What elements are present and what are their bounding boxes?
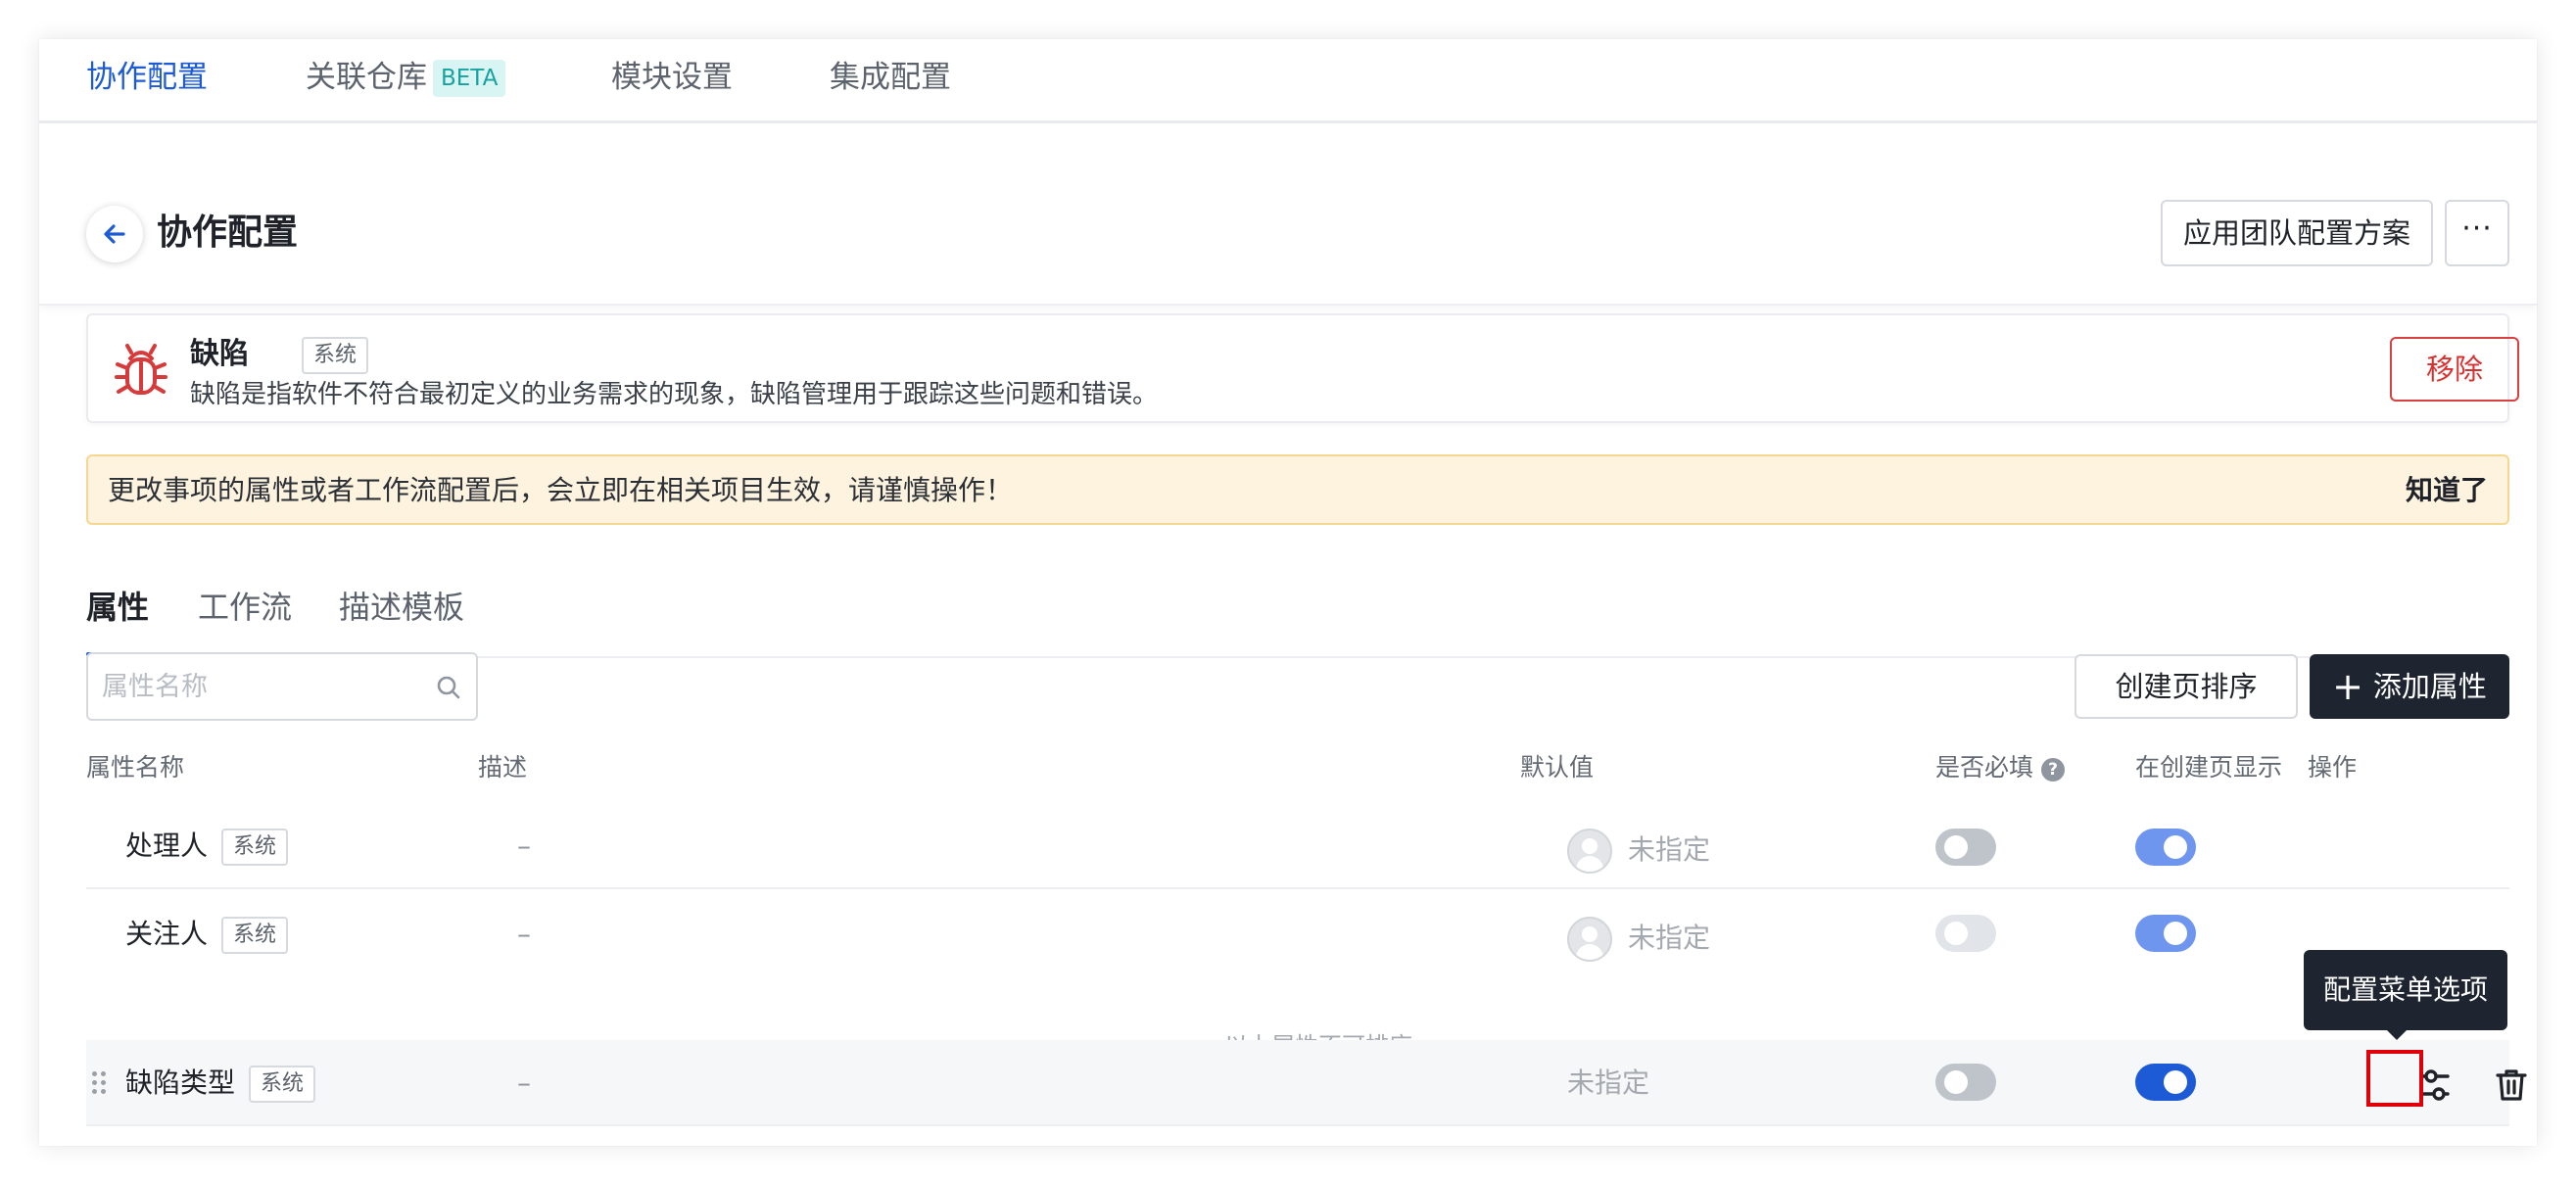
table-row: 处理人 系统 – 未指定: [86, 803, 2509, 889]
attribute-default-value: 未指定: [1628, 833, 1711, 866]
attribute-default: 未指定: [1567, 917, 1710, 962]
plus-icon: +: [2332, 665, 2363, 708]
column-header-default: 默认值: [1520, 753, 1595, 782]
show-on-create-toggle[interactable]: [2135, 829, 2196, 866]
column-header-required-label: 是否必填: [1935, 753, 2034, 782]
highlight-box: [2366, 1050, 2423, 1107]
attribute-name-label: 关注人: [125, 918, 209, 950]
config-sub-tabs: 属性 工作流 描述模板: [86, 568, 2509, 658]
avatar-placeholder-icon: [1567, 917, 1612, 962]
apply-team-config-button[interactable]: 应用团队配置方案: [2161, 200, 2433, 266]
system-tag: 系统: [302, 337, 369, 374]
system-tag: 系统: [249, 1066, 316, 1103]
tooltip: 配置菜单选项: [2304, 950, 2507, 1030]
tab-attributes[interactable]: 属性: [86, 586, 149, 629]
show-on-create-toggle[interactable]: [2135, 915, 2196, 952]
tab-workflow[interactable]: 工作流: [198, 586, 292, 629]
trash-icon[interactable]: [2494, 1067, 2529, 1103]
attribute-description: –: [517, 1066, 531, 1099]
more-options-button[interactable]: ···: [2445, 200, 2509, 266]
attribute-description: –: [517, 918, 531, 950]
attribute-name: 缺陷类型 系统: [125, 1066, 316, 1103]
tab-linked-repo-label: 关联仓库: [306, 60, 427, 95]
column-header-show-on-create: 在创建页显示: [2135, 753, 2283, 782]
page-title: 协作配置: [157, 213, 299, 253]
warning-text: 更改事项的属性或者工作流配置后，会立即在相关项目生效，请谨慎操作！: [108, 474, 1014, 506]
tab-integration-config-label: 集成配置: [830, 60, 951, 95]
issue-type-card: 缺陷 系统 缺陷是指软件不符合最初定义的业务需求的现象，缺陷管理用于跟踪这些问题…: [86, 313, 2519, 423]
required-toggle[interactable]: [1935, 829, 1996, 866]
column-header-actions: 操作: [2308, 753, 2358, 782]
warning-banner: 更改事项的属性或者工作流配置后，会立即在相关项目生效，请谨慎操作！ 知道了: [86, 454, 2509, 525]
attribute-name-label: 缺陷类型: [125, 1066, 236, 1099]
issue-type-name: 缺陷: [190, 337, 249, 371]
attribute-default-value: 未指定: [1628, 922, 1711, 954]
show-on-create-toggle[interactable]: [2135, 1064, 2196, 1101]
page-header: 协作配置 应用团队配置方案 ···: [39, 123, 2537, 306]
top-tab-bar: 协作配置 关联仓库 BETA 模块设置 集成配置: [39, 39, 2537, 123]
system-tag: 系统: [221, 917, 289, 954]
add-attribute-button[interactable]: + 添加属性: [2310, 654, 2509, 719]
arrow-left-icon: [104, 224, 125, 244]
drag-handle-icon[interactable]: [90, 1069, 108, 1097]
attribute-search: [86, 652, 478, 721]
attribute-name-label: 处理人: [125, 830, 209, 862]
tab-collab-config[interactable]: 协作配置: [86, 57, 208, 98]
more-icon: ···: [2461, 212, 2493, 246]
tooltip-arrow: [2385, 1028, 2409, 1040]
back-button[interactable]: [86, 206, 143, 262]
table-row: 关注人 系统 – 未指定: [86, 891, 2509, 977]
column-header-name: 属性名称: [86, 753, 185, 782]
remove-button[interactable]: 移除: [2390, 337, 2519, 402]
tab-description-template[interactable]: 描述模板: [339, 586, 464, 629]
issue-type-description: 缺陷是指软件不符合最初定义的业务需求的现象，缺陷管理用于跟踪这些问题和错误。: [190, 380, 1159, 409]
column-header-required: 是否必填?: [1935, 752, 2066, 783]
avatar-placeholder-icon: [1567, 829, 1612, 874]
attribute-default: 未指定: [1567, 829, 1710, 874]
dismiss-warning-button[interactable]: 知道了: [2406, 472, 2488, 509]
attribute-default-value: 未指定: [1567, 1066, 1650, 1099]
add-attribute-label: 添加属性: [2372, 670, 2487, 703]
attribute-description: –: [517, 830, 531, 862]
tab-linked-repo[interactable]: 关联仓库 BETA: [306, 57, 506, 98]
attribute-name: 关注人 系统: [125, 917, 289, 954]
app-frame: 协作配置 关联仓库 BETA 模块设置 集成配置 协作配置 应用团队配置方案 ··…: [39, 39, 2537, 1146]
column-header-description: 描述: [478, 753, 528, 782]
tab-module-settings[interactable]: 模块设置: [611, 57, 733, 98]
create-page-sort-button[interactable]: 创建页排序: [2075, 654, 2298, 719]
tab-collab-config-label: 协作配置: [86, 60, 208, 95]
tab-module-settings-label: 模块设置: [611, 60, 733, 95]
attribute-search-input[interactable]: [102, 668, 415, 705]
help-icon[interactable]: ?: [2041, 758, 2066, 782]
beta-badge: BETA: [433, 60, 506, 97]
search-icon[interactable]: [435, 674, 462, 701]
attribute-name: 处理人 系统: [125, 829, 289, 866]
tab-integration-config[interactable]: 集成配置: [830, 57, 951, 98]
required-toggle[interactable]: [1935, 915, 1996, 952]
system-tag: 系统: [221, 829, 289, 866]
table-row: 缺陷类型 系统 – 未指定: [86, 1040, 2527, 1126]
bug-icon: [115, 344, 167, 395]
required-toggle[interactable]: [1935, 1064, 1996, 1101]
